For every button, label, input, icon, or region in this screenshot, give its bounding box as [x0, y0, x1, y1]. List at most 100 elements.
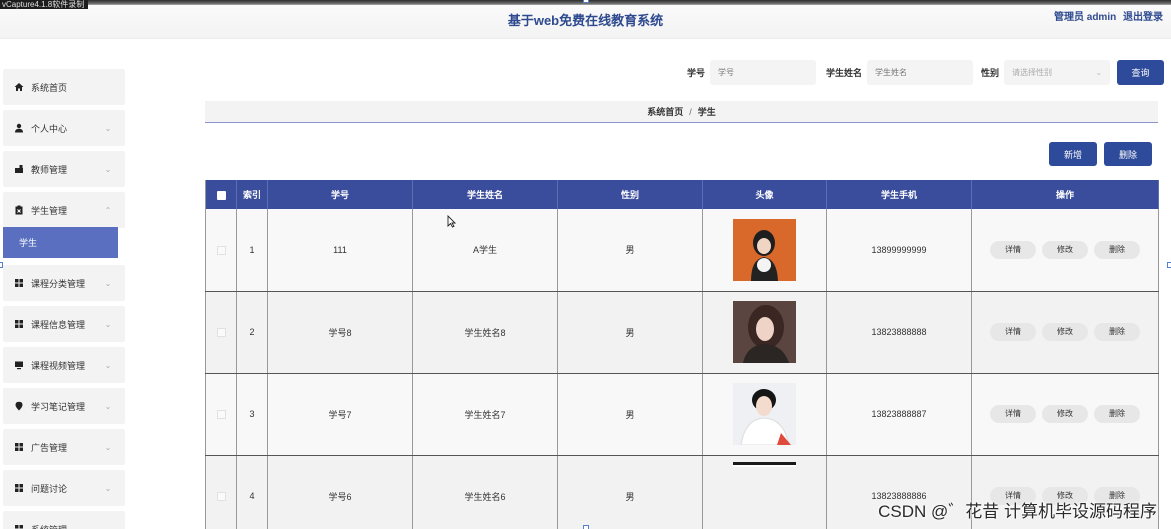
query-button[interactable]: 查询 — [1117, 60, 1165, 85]
column-header: 学号 — [267, 180, 413, 209]
cell-xuehao: 111 — [267, 209, 413, 292]
delete-button[interactable]: 删除 — [1094, 240, 1140, 259]
sidebar-item-label: 学生管理 — [31, 205, 68, 216]
sidebar-item-label: 课程分类管理 — [31, 278, 86, 289]
sidebar-item-label: 系统管理 — [31, 523, 103, 529]
sidebar-item[interactable]: 课程信息管理 ⌄ — [3, 306, 125, 342]
operations-cell: 详情 修改 删除 — [971, 209, 1159, 292]
resize-handle[interactable] — [583, 525, 589, 529]
sidebar-item-label: 教师管理 — [31, 164, 68, 175]
student-name-label: 学生姓名 — [826, 68, 863, 78]
row-checkbox[interactable] — [216, 410, 226, 420]
clipboard-icon — [13, 204, 25, 216]
monitor-icon — [13, 359, 25, 371]
breadcrumb-current: 学生 — [697, 107, 716, 117]
grid-icon — [13, 523, 25, 529]
detail-button[interactable]: 详情 — [990, 240, 1036, 259]
chevron-down-icon: ⌄ — [104, 524, 112, 529]
edit-button[interactable]: 修改 — [1042, 323, 1088, 341]
chevron-down-icon: ⌄ — [104, 483, 112, 493]
avatar — [733, 218, 796, 281]
grid-icon — [13, 441, 25, 453]
column-header: 学生姓名 — [412, 180, 558, 209]
select-all-cell[interactable] — [205, 180, 237, 209]
cell-phone: 13823888888 — [826, 291, 972, 374]
logout-link[interactable]: 退出登录 — [1123, 12, 1163, 23]
sidebar-item[interactable]: 系统管理⌄ — [3, 511, 125, 529]
delete-button[interactable]: 删除 — [1094, 405, 1140, 423]
cell-name: 学生姓名7 — [412, 373, 558, 456]
chevron-down-icon: ⌄ — [104, 442, 112, 452]
row-checkbox[interactable] — [216, 492, 226, 502]
resize-handle[interactable] — [1167, 262, 1171, 268]
cell-gender: 男 — [557, 291, 703, 374]
pin-icon — [13, 400, 25, 412]
xuehao-label: 学号 — [687, 68, 706, 78]
cell-gender: 男 — [557, 455, 703, 529]
sidebar-item-label: 个人中心 — [31, 123, 68, 134]
cell-index: 4 — [236, 455, 268, 529]
breadcrumb-home[interactable]: 系统首页 — [647, 105, 683, 118]
cell-name: 学生姓名8 — [412, 291, 558, 374]
select-cell — [205, 455, 237, 529]
sidebar-item[interactable]: 问题讨论 ⌄ — [3, 470, 125, 506]
row-checkbox[interactable] — [216, 245, 226, 255]
cell-phone: 13899999999 — [826, 209, 972, 292]
column-header: 索引 — [236, 180, 268, 209]
mouse-cursor-icon — [447, 215, 456, 228]
sidebar-subitem-student[interactable]: 学生 — [3, 227, 118, 258]
student-name-input[interactable] — [867, 60, 974, 85]
column-header: 性别 — [557, 180, 703, 209]
sidebar-item[interactable]: 课程视频管理 ⌄ — [3, 347, 125, 383]
table-row[interactable]: 1 111 A学生男 13899999999 详情 修改 删除 — [205, 209, 1159, 292]
sidebar-item[interactable]: 个人中心 ⌄ — [3, 110, 125, 146]
delete-button[interactable]: 删除 — [1094, 323, 1140, 341]
column-header: 学生手机 — [826, 180, 972, 209]
sidebar-item[interactable]: 系统首页 — [3, 69, 125, 105]
grid-icon — [13, 318, 25, 330]
sidebar-item[interactable]: 学习笔记管理 ⌄ — [3, 388, 125, 424]
breadcrumb-separator: / — [689, 106, 692, 117]
chevron-down-icon: ⌄ — [104, 123, 112, 133]
sidebar-item-label: 学习笔记管理 — [31, 401, 86, 412]
resize-handle[interactable] — [0, 262, 3, 268]
top-header: 基于web免费在线教育系统 管理员 admin 退出登录 — [0, 5, 1171, 39]
edit-button[interactable]: 修改 — [1042, 405, 1088, 423]
sidebar-item-label: 课程信息管理 — [31, 319, 86, 330]
cell-gender: 男 — [557, 373, 703, 456]
table-row[interactable]: 2 学号8 学生姓名8 男 13823888888 详情 修改 删除 — [205, 291, 1159, 374]
sidebar-item-label: 问题讨论 — [31, 483, 68, 494]
student-table: 索引 学号 学生姓名 性别 头像 学生手机 操作 1 111 A学生男 1389999… — [205, 180, 1159, 529]
select-all-checkbox[interactable] — [216, 190, 226, 200]
detail-button[interactable]: 详情 — [990, 323, 1036, 341]
app-window: vCapture4.1.8软件录制 基于web免费在线教育系统 管理员 admi… — [0, 0, 1171, 529]
chevron-down-icon: ⌄ — [104, 319, 112, 329]
chevron-down-icon: ⌄ — [104, 278, 112, 288]
cell-index: 3 — [236, 373, 268, 456]
avatar — [733, 301, 796, 363]
chevron-down-icon: ⌄ — [104, 401, 112, 411]
sidebar-item[interactable]: 学生管理 ⌃ — [3, 192, 125, 228]
gender-select[interactable]: 请选择性别 ⌄ — [1004, 60, 1111, 85]
operations-cell: 详情 修改 删除 — [971, 373, 1159, 456]
batch-delete-button[interactable]: 删除 — [1104, 142, 1152, 166]
breadcrumb: 系统首页 / 学生 — [205, 101, 1158, 123]
row-checkbox[interactable] — [216, 328, 226, 338]
sidebar-item[interactable]: 教师管理 ⌄ — [3, 151, 125, 187]
chevron-down-icon: ⌄ — [104, 360, 112, 370]
table-row[interactable]: 3 学号7 学生姓名7 男 13823888887 详情 修改 删除 — [205, 373, 1159, 456]
edit-button[interactable]: 修改 — [1042, 240, 1088, 259]
sidebar-item[interactable]: 广告管理 ⌄ — [3, 429, 125, 465]
gender-label: 性别 — [981, 68, 1000, 78]
xuehao-input[interactable] — [710, 60, 817, 85]
add-button[interactable]: 新增 — [1049, 142, 1097, 166]
table-header-row: 索引 学号 学生姓名 性别 头像 学生手机 操作 — [205, 180, 1159, 209]
chevron-down-icon: ⌄ — [1095, 68, 1103, 77]
operations-cell: 详情 修改 删除 — [971, 291, 1159, 374]
avatar-cell — [702, 209, 827, 292]
sidebar-item[interactable]: 课程分类管理 ⌄ — [3, 265, 125, 301]
search-bar: 学号 学生姓名 性别 请选择性别 ⌄ 查询 — [687, 60, 1165, 85]
home-icon — [13, 81, 25, 93]
detail-button[interactable]: 详情 — [990, 405, 1036, 423]
resize-handle[interactable] — [583, 0, 589, 3]
